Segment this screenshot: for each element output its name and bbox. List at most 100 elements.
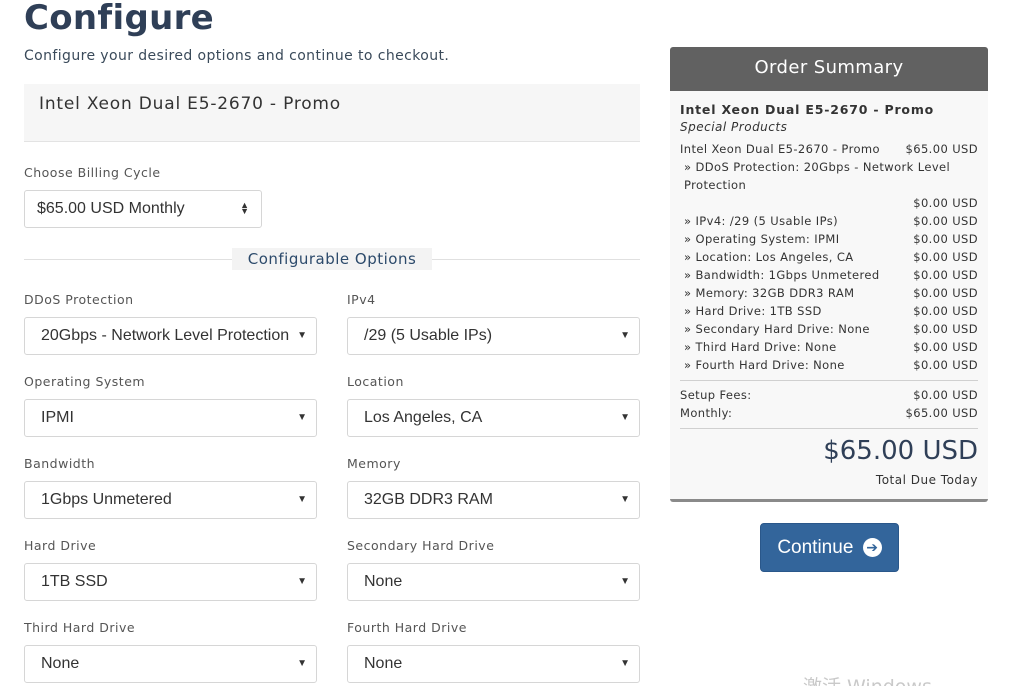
ddos-value: 20Gbps - Network Level Protection <box>41 327 290 344</box>
ipv4-select[interactable]: /29 (5 Usable IPs) ▼ <box>347 317 640 355</box>
summary-total-label: Total Due Today <box>875 473 978 487</box>
summary-divider <box>680 380 978 381</box>
hard-drive-select[interactable]: 1TB SSD ▼ <box>24 563 317 601</box>
product-info-panel: Intel Xeon Dual E5-2670 - Promo <box>24 84 640 142</box>
third-drive-select[interactable]: None ▼ <box>24 645 317 683</box>
summary-option-price: $0.00 USD <box>913 340 978 354</box>
summary-option-price: $0.00 USD <box>913 286 978 300</box>
summary-setup-row: Setup Fees: $0.00 USD <box>680 386 978 404</box>
chevron-down-icon: ▼ <box>620 494 630 505</box>
bandwidth-value: 1Gbps Unmetered <box>41 491 172 508</box>
summary-setup-value: $0.00 USD <box>913 388 978 402</box>
os-value: IPMI <box>41 409 74 426</box>
configurable-options-heading: Configurable Options <box>232 248 432 270</box>
hard-drive-value: 1TB SSD <box>41 573 108 590</box>
fourth-drive-label: Fourth Hard Drive <box>347 620 467 635</box>
order-summary-panel: Order Summary Intel Xeon Dual E5-2670 - … <box>670 47 988 502</box>
chevron-down-icon: ▼ <box>620 658 630 669</box>
summary-base-price: $65.00 USD <box>905 142 978 156</box>
ddos-label: DDoS Protection <box>24 292 134 307</box>
summary-option-label: » Third Hard Drive: None <box>684 340 837 354</box>
summary-option-row: » Fourth Hard Drive: None $0.00 USD <box>680 356 978 374</box>
summary-option-price: $0.00 USD <box>913 358 978 372</box>
summary-option-row: » Hard Drive: 1TB SSD $0.00 USD <box>680 302 978 320</box>
summary-monthly-row: Monthly: $65.00 USD <box>680 404 978 422</box>
product-name: Intel Xeon Dual E5-2670 - Promo <box>39 94 341 114</box>
summary-option-label: » Fourth Hard Drive: None <box>684 358 845 372</box>
summary-option-row: » IPv4: /29 (5 Usable IPs) $0.00 USD <box>680 212 978 230</box>
summary-option-price: $0.00 USD <box>913 250 978 264</box>
summary-product-name: Intel Xeon Dual E5-2670 - Promo <box>680 102 935 117</box>
summary-total-amount: $65.00 USD <box>823 436 978 466</box>
memory-label: Memory <box>347 456 401 471</box>
summary-option-label: » IPv4: /29 (5 Usable IPs) <box>684 214 838 228</box>
summary-option-label: » Operating System: IPMI <box>684 232 840 246</box>
summary-option-row: » Secondary Hard Drive: None $0.00 USD <box>680 320 978 338</box>
order-summary-title: Order Summary <box>670 47 988 91</box>
summary-option-label: » Hard Drive: 1TB SSD <box>684 304 822 318</box>
summary-option-row: » Memory: 32GB DDR3 RAM $0.00 USD <box>680 284 978 302</box>
order-summary-body: Intel Xeon Dual E5-2670 - Promo Special … <box>670 91 988 434</box>
bandwidth-select[interactable]: 1Gbps Unmetered ▼ <box>24 481 317 519</box>
summary-option-row: » Location: Los Angeles, CA $0.00 USD <box>680 248 978 266</box>
location-value: Los Angeles, CA <box>364 409 483 426</box>
summary-option-label: » Secondary Hard Drive: None <box>684 322 870 336</box>
chevron-down-icon: ▼ <box>620 330 630 341</box>
summary-option-price: $0.00 USD <box>913 304 978 318</box>
os-select[interactable]: IPMI ▼ <box>24 399 317 437</box>
summary-option-row: » Operating System: IPMI $0.00 USD <box>680 230 978 248</box>
summary-option-price: $0.00 USD <box>913 232 978 246</box>
page-subtitle: Configure your desired options and conti… <box>24 48 450 64</box>
summary-ddos-price: $0.00 USD <box>913 196 978 210</box>
third-drive-label: Third Hard Drive <box>24 620 136 635</box>
location-select[interactable]: Los Angeles, CA ▼ <box>347 399 640 437</box>
summary-base-row: Intel Xeon Dual E5-2670 - Promo $65.00 U… <box>680 140 978 158</box>
summary-option-label: » Location: Los Angeles, CA <box>684 250 854 264</box>
summary-option-label: » Bandwidth: 1Gbps Unmetered <box>684 268 880 282</box>
summary-option-price: $0.00 USD <box>913 268 978 282</box>
billing-cycle-value: $65.00 USD Monthly <box>37 200 185 217</box>
os-label: Operating System <box>24 374 146 389</box>
memory-value: 32GB DDR3 RAM <box>364 491 493 508</box>
windows-activation-watermark: 激活 Windows <box>803 672 932 686</box>
ipv4-label: IPv4 <box>347 292 376 307</box>
ipv4-value: /29 (5 Usable IPs) <box>364 327 493 344</box>
secondary-drive-value: None <box>364 573 403 590</box>
memory-select[interactable]: 32GB DDR3 RAM ▼ <box>347 481 640 519</box>
fourth-drive-select[interactable]: None ▼ <box>347 645 640 683</box>
ddos-select[interactable]: 20Gbps - Network Level Protection ▼ <box>24 317 317 355</box>
fourth-drive-value: None <box>364 655 403 672</box>
location-label: Location <box>347 374 404 389</box>
summary-ddos-label: » DDoS Protection: 20Gbps - Network Leve… <box>684 160 951 192</box>
chevron-down-icon: ▼ <box>620 576 630 587</box>
page-title: Configure <box>24 0 215 38</box>
summary-ddos-row: $0.00 USD <box>680 194 978 212</box>
summary-monthly-label: Monthly: <box>680 406 733 420</box>
sort-arrows-icon: ▲ ▼ <box>240 200 249 216</box>
chevron-down-icon: ▼ <box>297 494 307 505</box>
summary-divider <box>680 428 978 429</box>
chevron-down-icon: ▼ <box>620 412 630 423</box>
summary-option-price: $0.00 USD <box>913 214 978 228</box>
summary-option-row: » Third Hard Drive: None $0.00 USD <box>680 338 978 356</box>
summary-base-label: Intel Xeon Dual E5-2670 - Promo <box>680 142 880 156</box>
continue-button[interactable]: Continue ➔ <box>760 523 899 572</box>
chevron-down-icon: ▼ <box>297 412 307 423</box>
summary-option-row: » Bandwidth: 1Gbps Unmetered $0.00 USD <box>680 266 978 284</box>
secondary-drive-select[interactable]: None ▼ <box>347 563 640 601</box>
billing-cycle-select[interactable]: $65.00 USD Monthly ▲ ▼ <box>24 190 262 228</box>
secondary-drive-label: Secondary Hard Drive <box>347 538 495 553</box>
summary-option-label: » Memory: 32GB DDR3 RAM <box>684 286 855 300</box>
summary-setup-label: Setup Fees: <box>680 388 752 402</box>
chevron-down-icon: ▼ <box>297 330 307 341</box>
chevron-down-icon: ▼ <box>297 576 307 587</box>
hard-drive-label: Hard Drive <box>24 538 97 553</box>
continue-button-label: Continue <box>777 537 854 558</box>
summary-product-group: Special Products <box>680 120 788 134</box>
arrow-circle-right-icon: ➔ <box>862 538 882 557</box>
chevron-down-icon: ▼ <box>297 658 307 669</box>
billing-cycle-label: Choose Billing Cycle <box>24 165 161 180</box>
third-drive-value: None <box>41 655 80 672</box>
summary-monthly-value: $65.00 USD <box>905 406 978 420</box>
summary-option-price: $0.00 USD <box>913 322 978 336</box>
